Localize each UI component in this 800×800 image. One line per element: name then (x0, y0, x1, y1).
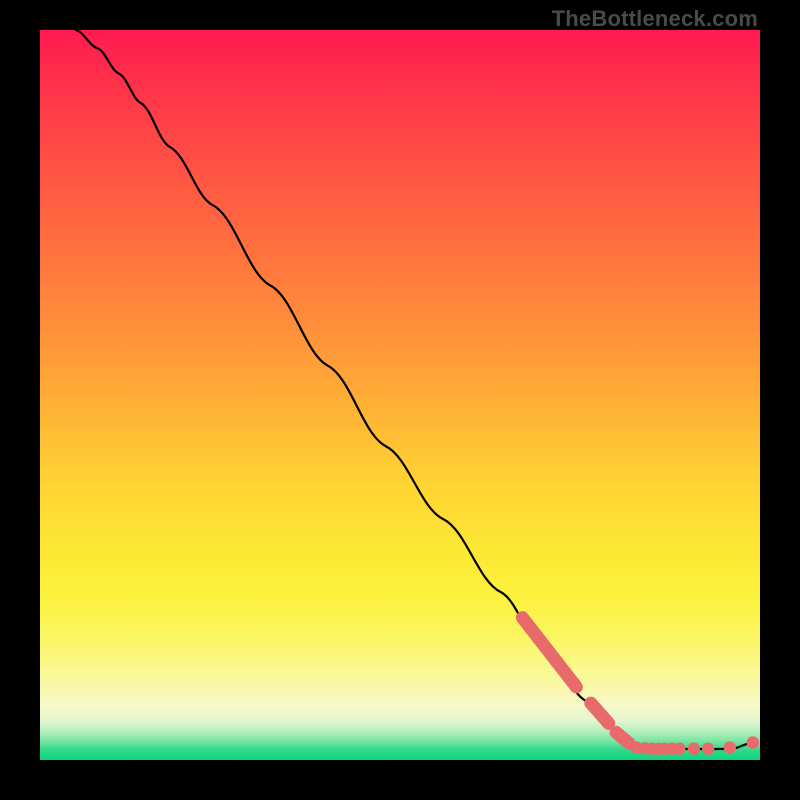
chart-overlay (40, 30, 760, 760)
bottleneck-curve (76, 30, 753, 749)
highlight-segments (522, 618, 629, 744)
plot-area (40, 30, 760, 760)
watermark-text: TheBottleneck.com (552, 6, 758, 32)
chart-stage: TheBottleneck.com (0, 0, 800, 800)
